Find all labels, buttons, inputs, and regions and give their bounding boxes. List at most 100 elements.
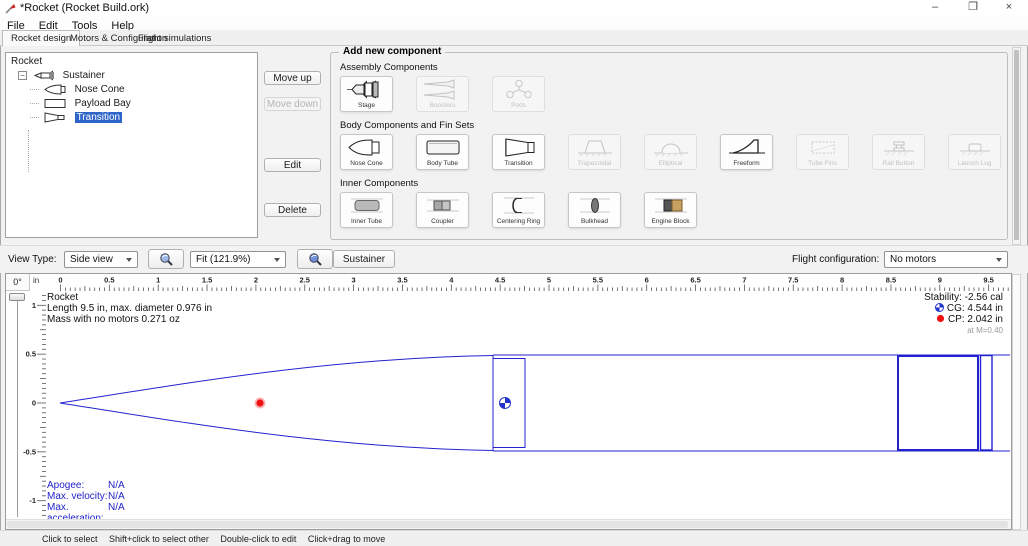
rocket-design-canvas[interactable]: 00.511.522.533.544.555.566.577.588.599.5…	[5, 273, 1012, 530]
canvas-horizontal-scrollbar[interactable]	[6, 519, 1011, 529]
horizontal-ruler: 00.511.522.533.544.555.566.577.588.599.5	[58, 276, 1008, 292]
nose-cone-icon	[44, 84, 68, 95]
magnifier-minus-icon	[308, 252, 323, 267]
bulkhead-icon	[574, 193, 616, 218]
cg-value: 4.544 in	[967, 303, 1003, 314]
rotation-slider-handle[interactable]	[9, 293, 25, 301]
add-tube-fins-button: Tube Fins	[796, 134, 849, 170]
add-elliptical-fin-button: Elliptical	[644, 134, 697, 170]
nose-cone-bottom	[60, 403, 493, 451]
nose-cone-icon	[346, 135, 388, 160]
svg-text:7: 7	[742, 276, 746, 285]
svg-text:3.5: 3.5	[397, 276, 407, 285]
zoom-level-value: Fit (121.9%)	[196, 254, 250, 265]
add-freeform-fin-button[interactable]: Freeform	[720, 134, 773, 170]
tree-item-nose-cone[interactable]: Nose Cone	[6, 83, 257, 97]
hint-click-drag: Click+drag to move	[308, 534, 385, 544]
stage-icon	[346, 77, 388, 102]
status-bar: Click to select Shift+click to select ot…	[0, 530, 1028, 546]
magnifier-plus-icon	[159, 252, 174, 267]
restore-button[interactable]: ❐	[956, 0, 990, 16]
boosters-icon	[422, 77, 464, 102]
tree-item-sustainer-label: Sustainer	[63, 70, 105, 81]
tab-bar: Rocket design Motors & Configuration Fli…	[0, 30, 1028, 46]
close-button[interactable]: ×	[992, 0, 1026, 16]
pods-icon	[498, 77, 540, 102]
edit-button[interactable]: Edit	[264, 158, 321, 172]
assembly-components-row: Stage Boosters Pods	[331, 76, 1007, 112]
scrollbar-thumb[interactable]	[1014, 50, 1019, 240]
component-tree[interactable]: Rocket − Sustainer Nose Cone Payload Bay…	[5, 52, 258, 238]
cg-marker[interactable]	[500, 398, 511, 409]
engine-block-icon	[650, 193, 692, 218]
rocket-name: Rocket	[47, 292, 212, 303]
minimize-button[interactable]: –	[918, 0, 952, 16]
add-engine-block-button[interactable]: Engine Block	[644, 192, 697, 228]
add-transition-button[interactable]: Transition	[492, 134, 545, 170]
add-nose-cone-button[interactable]: Nose Cone	[340, 134, 393, 170]
component-panel-scrollbar[interactable]	[1012, 47, 1021, 245]
vertical-ruler: 10.50-0.5-1	[23, 296, 46, 516]
svg-text:0: 0	[58, 276, 62, 285]
add-coupler-button[interactable]: Coupler	[416, 192, 469, 228]
stage-toggle-sustainer[interactable]: Sustainer	[333, 250, 395, 268]
transition-aft-end	[981, 356, 993, 451]
svg-text:2.5: 2.5	[300, 276, 310, 285]
canvas-vertical-scrollbar[interactable]	[1012, 274, 1021, 530]
tree-guide-stub	[30, 89, 39, 90]
add-centering-ring-button[interactable]: Centering Ring	[492, 192, 545, 228]
zoom-level-select[interactable]: Fit (121.9%)	[190, 251, 286, 268]
zoom-in-button[interactable]	[148, 249, 184, 269]
collapse-icon[interactable]: −	[18, 71, 27, 80]
svg-text:9.5: 9.5	[983, 276, 993, 285]
svg-text:0: 0	[32, 399, 36, 408]
add-launch-lug-button: Launch Lug	[948, 134, 1001, 170]
cp-marker[interactable]	[255, 398, 266, 409]
tab-flight-simulations[interactable]: Flight simulations	[130, 31, 219, 46]
add-inner-tube-button[interactable]: Inner Tube	[340, 192, 393, 228]
rocket-outline[interactable]	[60, 355, 1010, 451]
inner-tube-icon	[346, 193, 388, 218]
launch-lug-icon	[954, 135, 996, 160]
chevron-down-icon	[996, 258, 1002, 262]
svg-text:8: 8	[840, 276, 844, 285]
delete-button[interactable]: Delete	[264, 203, 321, 217]
add-bulkhead-button[interactable]: Bulkhead	[568, 192, 621, 228]
section-assembly-components: Assembly Components	[340, 62, 1007, 73]
tree-item-sustainer[interactable]: − Sustainer	[6, 69, 257, 83]
tree-item-transition-label: Transition	[75, 112, 123, 123]
tree-item-nose-cone-label: Nose Cone	[75, 84, 125, 95]
elliptical-fin-icon	[650, 135, 692, 160]
rotation-indicator: 0°	[6, 274, 30, 291]
chevron-down-icon	[274, 258, 280, 262]
coupler-icon	[422, 193, 464, 218]
svg-text:5.5: 5.5	[593, 276, 603, 285]
svg-text:3: 3	[352, 276, 356, 285]
add-body-tube-button[interactable]: Body Tube	[416, 134, 469, 170]
add-stage-button[interactable]: Stage	[340, 76, 393, 112]
section-inner-components: Inner Components	[340, 178, 1007, 189]
move-up-button[interactable]: Move up	[264, 71, 321, 85]
svg-text:1.5: 1.5	[202, 276, 212, 285]
tree-item-payload-bay[interactable]: Payload Bay	[6, 97, 257, 111]
simulation-results: Apogee:N/A Max. velocity:N/A Max. accele…	[47, 480, 125, 524]
cp-label: CP:	[948, 314, 965, 325]
rotation-slider-track[interactable]	[17, 301, 18, 517]
move-down-button: Move down	[264, 97, 321, 111]
inner-components-row: Inner Tube Coupler Centering Ring Bulkhe…	[331, 192, 1007, 228]
scrollbar-thumb[interactable]	[7, 521, 1008, 528]
svg-text:0.5: 0.5	[26, 350, 36, 359]
view-type-select[interactable]: Side view	[64, 251, 138, 268]
tree-item-rocket[interactable]: Rocket	[6, 55, 257, 69]
freeform-fin-icon	[726, 135, 768, 160]
svg-text:-1: -1	[29, 496, 36, 505]
flight-configuration-select[interactable]: No motors	[884, 251, 1008, 268]
svg-text:1: 1	[156, 276, 160, 285]
cg-label: CG:	[947, 303, 965, 314]
tree-guide-stub	[30, 103, 39, 104]
svg-text:6.5: 6.5	[690, 276, 700, 285]
tree-item-transition[interactable]: Transition	[6, 111, 257, 125]
svg-text:8.5: 8.5	[886, 276, 896, 285]
hint-click-select: Click to select	[42, 534, 98, 544]
zoom-out-button[interactable]	[297, 249, 333, 269]
